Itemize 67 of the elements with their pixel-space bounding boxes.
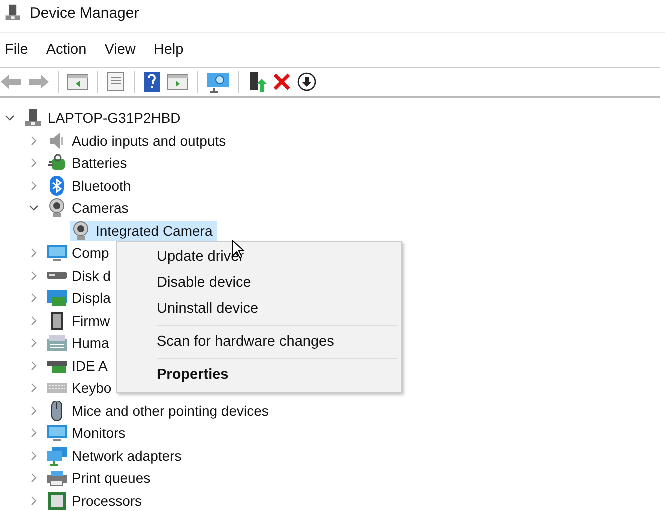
menu-item[interactable]: Disable device <box>117 270 401 296</box>
tree-item-label: Print queues <box>72 470 151 486</box>
tree-item[interactable]: Processors <box>46 490 146 511</box>
monitor-icon <box>46 423 68 444</box>
tree-item-label: Batteries <box>72 155 128 172</box>
tree-item[interactable]: Comp <box>46 243 114 264</box>
monitor-icon <box>46 243 68 264</box>
computer-icon <box>4 4 22 22</box>
tree-item[interactable]: Keybo <box>46 378 116 398</box>
forward-arrow-icon[interactable] <box>28 73 50 91</box>
tree-item-label: Firmw <box>72 312 110 329</box>
tree-item[interactable]: Disk d <box>46 266 115 286</box>
tree-item[interactable]: Batteries <box>46 153 132 174</box>
tree-item[interactable]: Integrated Camera <box>70 220 217 241</box>
tree-item-label: Keybo <box>72 380 112 396</box>
bluetooth-icon <box>47 176 67 196</box>
menu-item[interactable]: Properties <box>117 362 401 388</box>
tree-item-label: Disk d <box>72 268 111 284</box>
webcam-icon <box>71 220 91 241</box>
tree-item[interactable]: Monitors <box>46 423 130 444</box>
tree-item-label: Displa <box>72 290 111 306</box>
webcam-icon <box>47 198 67 218</box>
tree-item[interactable]: Huma <box>46 333 114 354</box>
tree-item-label: Cameras <box>72 200 129 216</box>
menu-item[interactable]: Help <box>148 42 189 58</box>
tree-item-label: IDE A <box>72 358 108 374</box>
tree-item-label: LAPTOP-G31P2HBD <box>48 110 181 126</box>
monitor-search-icon[interactable] <box>206 71 230 93</box>
disk-drive-icon <box>46 271 68 280</box>
pane-icon[interactable] <box>67 73 89 91</box>
tree-item[interactable]: LAPTOP-G31P2HBD <box>22 108 185 128</box>
processor-icon <box>47 490 67 511</box>
menu-item[interactable]: Uninstall device <box>117 296 401 322</box>
menu-item[interactable]: Scan for hardware changes <box>117 329 401 355</box>
menu-item[interactable]: File <box>0 42 34 58</box>
tree-item-label: Integrated Camera <box>96 222 213 239</box>
help-icon[interactable] <box>143 71 161 93</box>
computer-icon <box>23 108 43 128</box>
driver-update-icon[interactable] <box>247 71 267 93</box>
tree-item-label: Comp <box>72 245 110 262</box>
menu-item[interactable]: View <box>100 42 141 58</box>
display-adapter-icon <box>46 288 68 308</box>
network-icon <box>46 446 68 466</box>
menu-item[interactable]: Action <box>41 42 92 58</box>
tree-item[interactable]: IDE A <box>46 356 112 376</box>
properties-sheet-icon[interactable] <box>106 72 126 92</box>
tree-item[interactable]: Displa <box>46 288 115 308</box>
tree-item[interactable]: Network adapters <box>46 446 186 466</box>
tree-item[interactable]: Mice and other pointing devices <box>46 400 273 421</box>
printer-icon <box>46 468 68 488</box>
tree-item-label: Bluetooth <box>72 178 132 194</box>
tree-item-label: Network adapters <box>72 448 182 464</box>
tree-item-label: Audio inputs and outputs <box>72 132 226 149</box>
tree-item[interactable]: Bluetooth <box>46 176 136 196</box>
delete-icon[interactable] <box>273 73 291 91</box>
tree-item-label: Monitors <box>72 425 126 442</box>
tree-item-label: Huma <box>72 335 110 352</box>
download-icon[interactable] <box>297 72 317 92</box>
tree-item[interactable]: Audio inputs and outputs <box>46 130 230 151</box>
pane-icon[interactable] <box>167 73 189 91</box>
back-arrow-icon[interactable] <box>0 73 22 91</box>
tree-item-label: Processors <box>72 492 142 509</box>
window-title: Device Manager <box>30 4 140 22</box>
tree-item[interactable]: Cameras <box>46 198 133 218</box>
tree-item-label: Mice and other pointing devices <box>72 402 269 419</box>
tree-item[interactable]: Print queues <box>46 468 155 488</box>
tree-item[interactable]: Firmw <box>46 310 114 331</box>
